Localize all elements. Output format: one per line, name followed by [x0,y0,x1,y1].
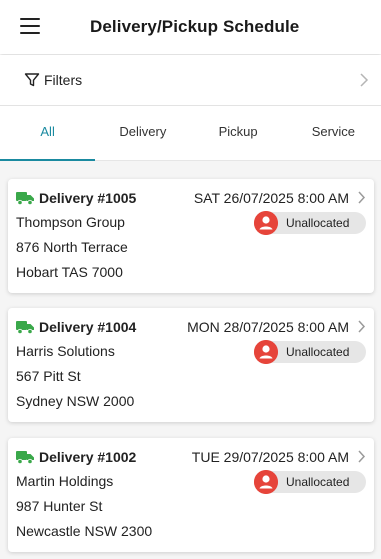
user-avatar-icon [254,470,278,494]
status-text: Unallocated [286,345,350,359]
filters-label: Filters [44,72,83,88]
tab-all[interactable]: All [0,106,96,161]
user-avatar-icon [254,211,278,235]
truck-icon [16,321,34,334]
card-street: 876 North Terrace [16,239,128,255]
card-date: TUE 29/07/2025 8:00 AM [191,449,349,465]
chevron-right-icon [358,450,366,463]
page-title: Delivery/Pickup Schedule [90,17,300,36]
tab-delivery[interactable]: Delivery [95,106,190,160]
schedule-card[interactable]: Delivery #1004 MON 28/07/2025 8:00 AM Ha… [8,308,374,422]
card-date: SAT 26/07/2025 8:00 AM [193,190,349,206]
filters-row[interactable]: Filters [0,55,381,106]
hamburger-menu-icon[interactable] [20,18,40,34]
card-date: MON 28/07/2025 8:00 AM [187,319,349,335]
schedule-list: Delivery #1005 SAT 26/07/2025 8:00 AM Th… [0,161,381,559]
truck-icon [16,451,34,464]
user-avatar-icon [254,340,278,364]
tab-bar: All Delivery Pickup Service [0,106,381,161]
chevron-right-icon [358,191,366,204]
card-company: Harris Solutions [16,343,115,359]
status-text: Unallocated [286,216,350,230]
schedule-card[interactable]: Delivery #1002 TUE 29/07/2025 8:00 AM Ma… [8,438,374,552]
schedule-card[interactable]: Delivery #1005 SAT 26/07/2025 8:00 AM Th… [8,179,374,293]
app-header: Delivery/Pickup Schedule [0,0,381,54]
status-badge: Unallocated [254,470,366,494]
card-city: Sydney NSW 2000 [16,393,135,409]
card-title: Delivery #1005 [39,190,137,206]
chevron-right-icon [360,73,369,87]
card-title: Delivery #1004 [39,319,137,335]
card-street: 987 Hunter St [16,498,103,514]
truck-icon [16,192,34,205]
chevron-right-icon [358,320,366,333]
status-badge: Unallocated [254,211,366,235]
card-company: Thompson Group [16,214,125,230]
tab-pickup[interactable]: Pickup [191,106,286,160]
card-city: Newcastle NSW 2300 [16,523,153,539]
card-city: Hobart TAS 7000 [16,264,123,280]
status-badge: Unallocated [254,340,366,364]
tab-service[interactable]: Service [286,106,381,160]
card-company: Martin Holdings [16,473,114,489]
funnel-icon [24,73,40,87]
card-street: 567 Pitt St [16,368,81,384]
card-title: Delivery #1002 [39,449,137,465]
status-text: Unallocated [286,475,350,489]
